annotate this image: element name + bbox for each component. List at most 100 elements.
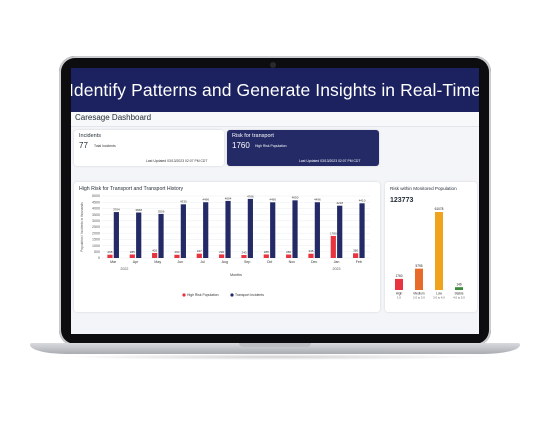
- x-tick-label: Jun: [177, 260, 183, 264]
- data-label: 345: [308, 249, 313, 253]
- risk-unit: High Risk Population: [255, 144, 287, 148]
- y-axis-label: Population / Incidents in thousands: [80, 202, 84, 252]
- bar: [435, 212, 443, 290]
- data-label: 4490: [269, 198, 276, 202]
- bar: [219, 254, 225, 258]
- legend-label: High Risk Population: [187, 293, 219, 297]
- incidents-value: 77: [79, 141, 88, 150]
- y-tick-label: 500: [94, 250, 100, 254]
- range-label: 3.0 to 4.0: [433, 296, 445, 300]
- range-label: 1.0: [397, 296, 401, 300]
- y-tick-label: 2000: [92, 231, 100, 235]
- laptop-notch: [239, 343, 311, 347]
- bar: [203, 202, 209, 258]
- y-tick-label: 1500: [92, 238, 100, 242]
- risk-population-card: Risk within Monitored Population 123773 …: [385, 182, 477, 312]
- y-tick-label: 5000: [92, 194, 100, 198]
- bar: [455, 287, 463, 290]
- legend-marker: [182, 293, 186, 297]
- incidents-updated: Last Updated 03/13/2023 02:07 PM CDT: [146, 159, 208, 163]
- x-tick-label: Feb: [356, 260, 362, 264]
- data-label: 4496: [314, 198, 321, 202]
- legend-label: Transport Incidents: [235, 293, 264, 297]
- data-label: 402: [152, 248, 157, 252]
- x-tick-label: Aug: [222, 260, 228, 264]
- data-label: 4650: [292, 196, 299, 200]
- bar: [353, 253, 359, 258]
- y-tick-label: 4500: [92, 200, 100, 204]
- bar: [415, 268, 423, 290]
- y-tick-label: 0: [98, 256, 100, 260]
- x-tick-label: Jul: [200, 260, 205, 264]
- y-tick-label: 3500: [92, 213, 100, 217]
- transport-history-card: High Risk for Transport and Transport Hi…: [74, 182, 380, 312]
- headline-banner: Identify Patterns and Generate Insights …: [71, 68, 479, 112]
- bar: [247, 198, 253, 258]
- data-label: 4218: [336, 201, 343, 205]
- year-label: 2023: [333, 267, 341, 271]
- data-label: 3668: [135, 208, 142, 212]
- x-tick-label: Apr: [133, 260, 139, 264]
- bar: [337, 205, 343, 258]
- data-label: 288: [264, 250, 269, 254]
- bar: [196, 253, 202, 258]
- y-tick-label: 2500: [92, 225, 100, 229]
- incidents-card[interactable]: Incidents 77 Total Incidents Last Update…: [74, 130, 224, 166]
- data-label: 5795: [415, 264, 422, 268]
- transport-history-chart: 0 500 1000 1500 2000 2500 3000 3500 4000 4500 5000…: [80, 194, 370, 297]
- bar: [286, 254, 292, 258]
- y-tick-label: 1000: [92, 244, 100, 248]
- risk-label: Risk for transport: [232, 133, 274, 139]
- x-tick-label: Oct: [267, 260, 273, 264]
- year-label: 2022: [120, 267, 128, 271]
- data-label: 285: [130, 250, 135, 254]
- data-label: 240: [241, 250, 246, 254]
- data-label: 280: [286, 250, 291, 254]
- risk-transport-card[interactable]: Risk for transport 1760 High Risk Popula…: [227, 130, 379, 166]
- x-tick-label: Nov: [289, 260, 296, 264]
- laptop-frame: Identify Patterns and Generate Insights …: [0, 0, 550, 430]
- bar: [113, 212, 119, 258]
- app-header: Caresage Dashboard: [71, 112, 479, 127]
- bar: [241, 255, 247, 258]
- x-tick-label: May: [154, 260, 161, 264]
- range-label: 4.0 to 5.0: [453, 296, 465, 300]
- data-label: 347: [197, 249, 202, 253]
- bar: [308, 253, 314, 258]
- x-tick-label: Dec: [311, 260, 318, 264]
- app-title: Caresage Dashboard: [75, 113, 152, 122]
- bar: [270, 202, 276, 258]
- data-label: 146: [456, 282, 462, 286]
- data-label: 4330: [180, 200, 187, 204]
- x-axis-label: Months: [230, 273, 242, 277]
- bar: [136, 212, 142, 258]
- bar: [225, 200, 231, 258]
- bar: [158, 213, 164, 258]
- data-label: 4604: [225, 196, 232, 200]
- screen: Identify Patterns and Generate Insights …: [71, 68, 479, 334]
- data-label: 1760: [395, 274, 402, 278]
- x-tick-label: Sep: [244, 260, 250, 264]
- bar: [395, 278, 403, 290]
- data-label: 290: [219, 250, 224, 254]
- bar: [263, 254, 269, 258]
- data-label: 4410: [359, 199, 366, 203]
- bar: [107, 254, 113, 258]
- data-label: 260: [174, 250, 179, 254]
- data-label: 4496: [202, 198, 209, 202]
- y-tick-label: 4000: [92, 207, 100, 211]
- bar: [314, 202, 320, 258]
- risk-population-chart: 1760High1.05795Medium2.0 to 3.061078Low3…: [395, 207, 465, 300]
- data-label: 3556: [158, 209, 165, 213]
- risk-value: 1760: [232, 141, 250, 150]
- legend-marker: [230, 293, 234, 297]
- risk-updated: Last Updated 03/13/2023 02:07 PM CDT: [299, 159, 361, 163]
- incidents-label: Incidents: [79, 133, 102, 139]
- data-label: 268: [107, 250, 112, 254]
- data-label: 380: [353, 249, 358, 253]
- bar: [174, 254, 180, 258]
- data-label: 4766: [247, 194, 254, 198]
- bar: [152, 253, 158, 258]
- data-label: 3704: [113, 207, 120, 211]
- data-label: 1780: [330, 231, 337, 235]
